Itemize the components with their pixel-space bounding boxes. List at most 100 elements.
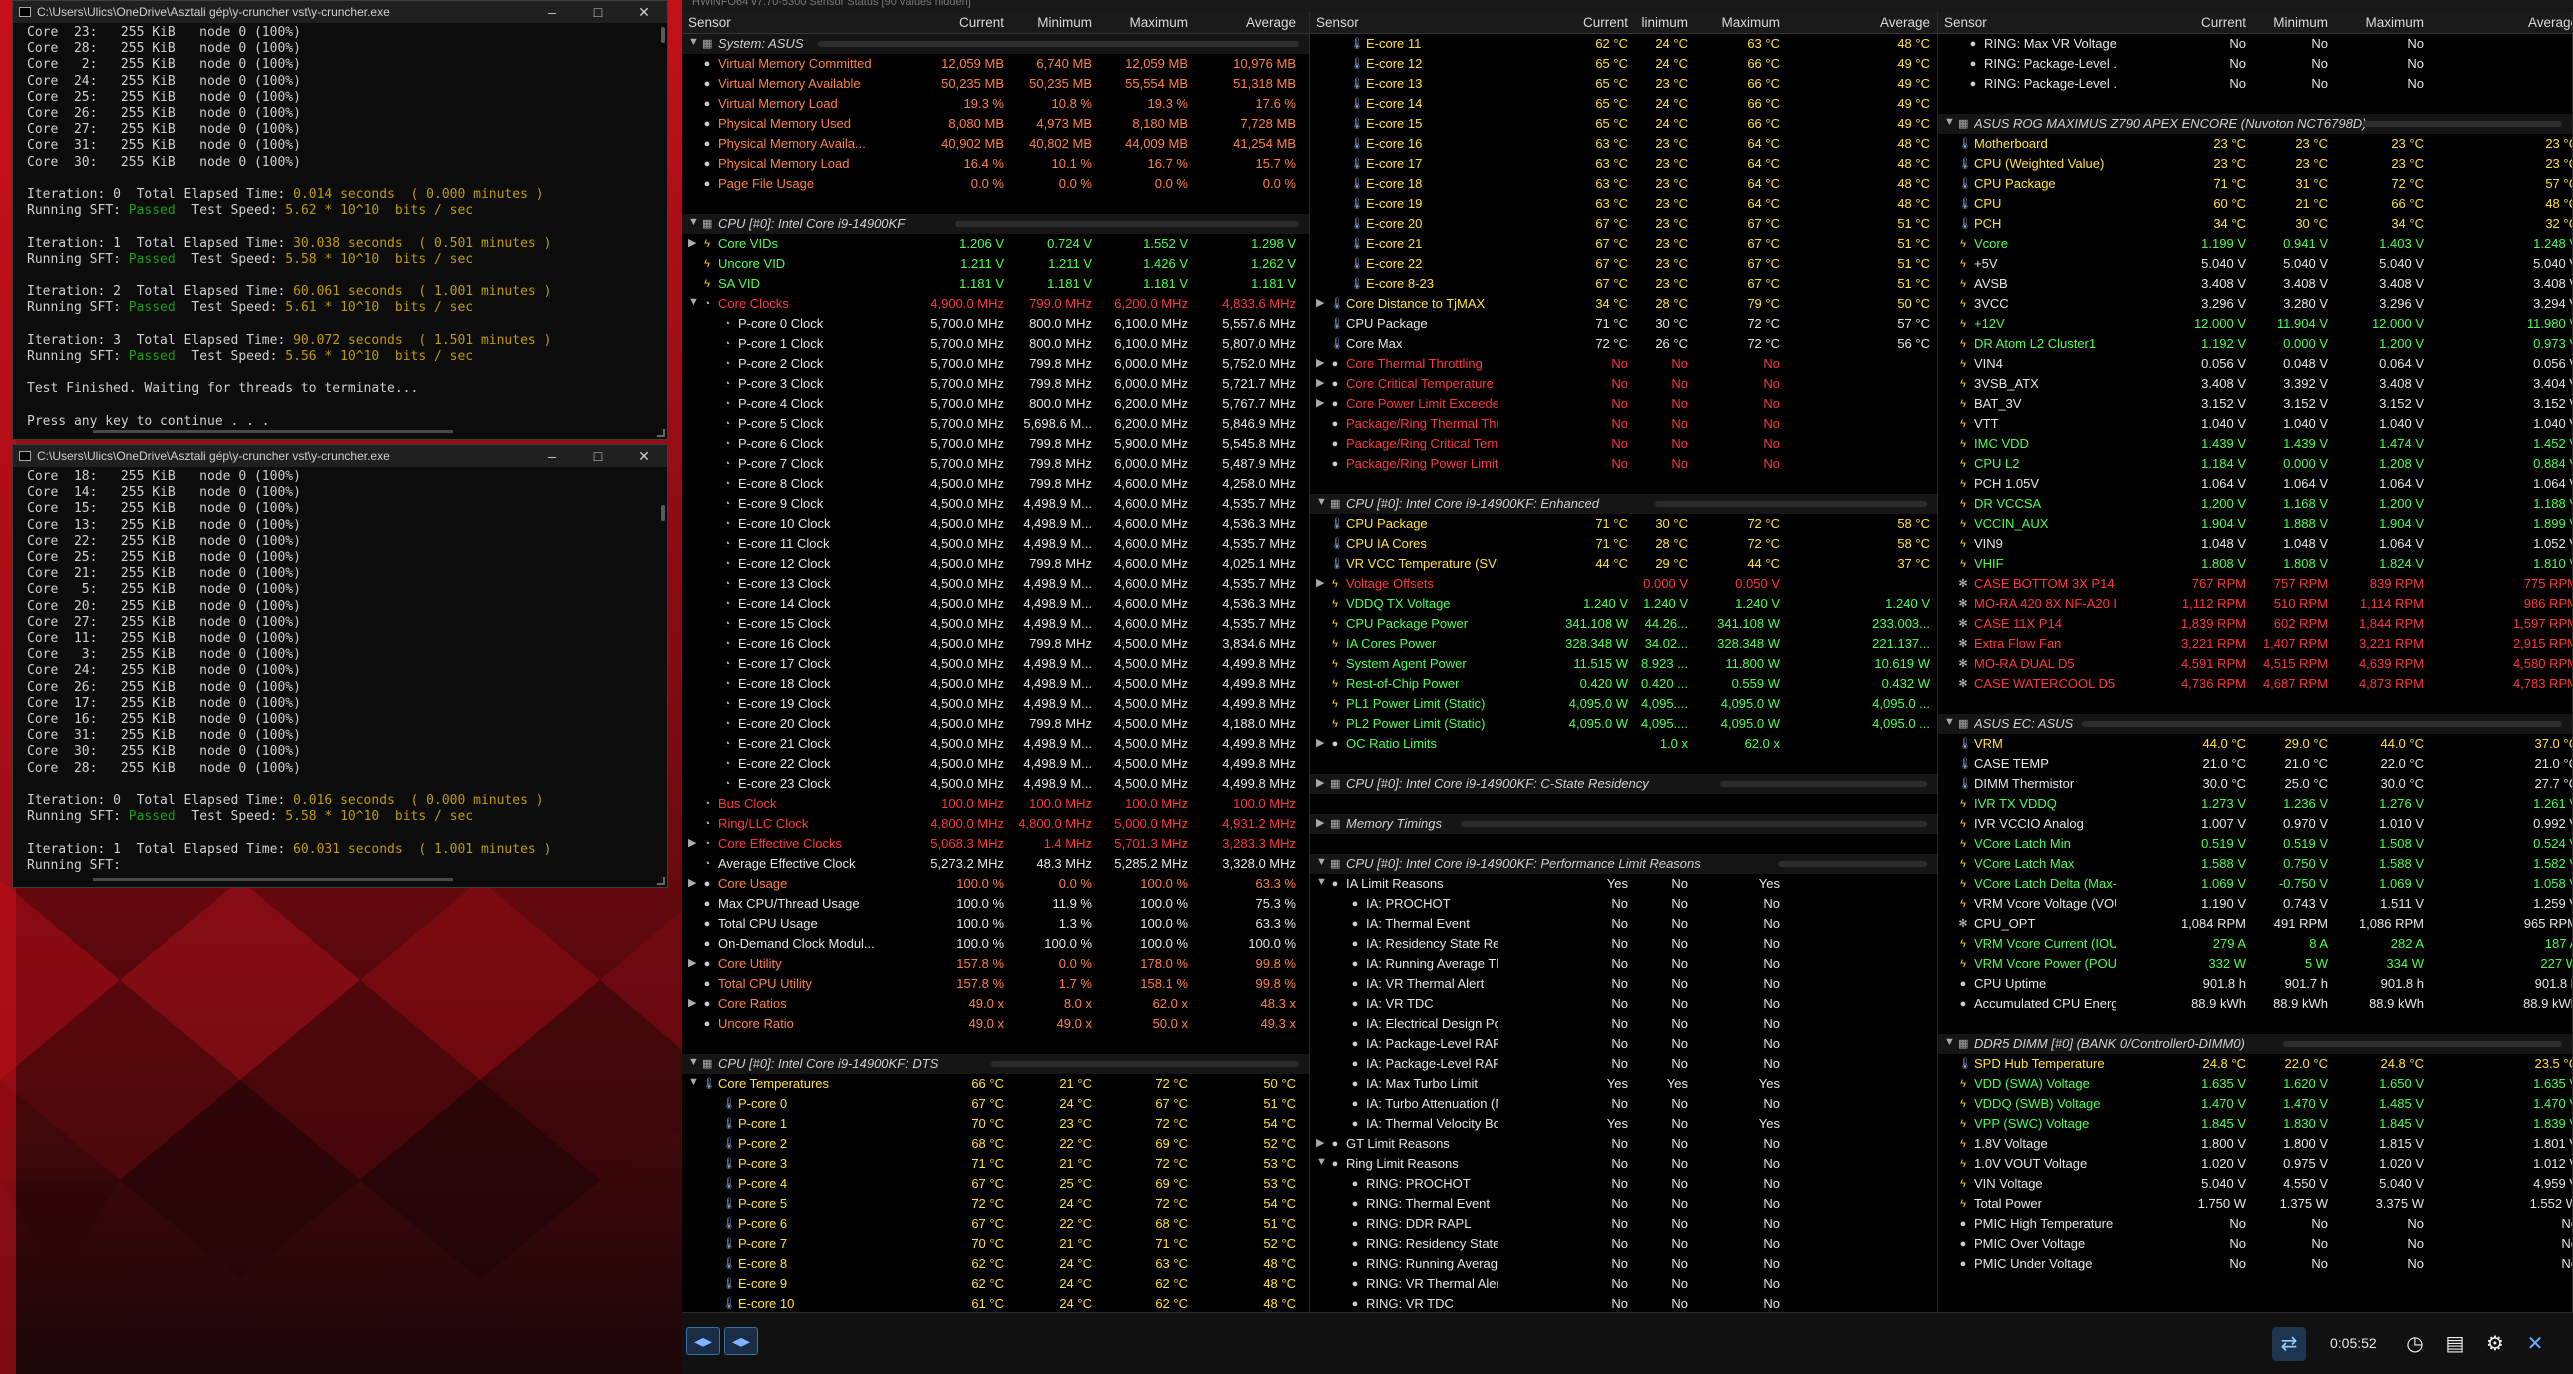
sensor-row[interactable]: 🌡 E-core 13 65 °C 23 °C 66 °C 49 °C bbox=[1310, 74, 1937, 94]
sensor-row[interactable]: ϟ3VSB_ATX3.408 V3.392 V3.408 V3.404 V bbox=[1938, 374, 2572, 394]
sensor-row[interactable]: ●PMIC Under VoltageNoNoNoNo bbox=[1938, 1254, 2572, 1274]
sensor-row[interactable]: ● Physical Memory Used 8,080 MB 4,973 MB 8,1… bbox=[682, 114, 1309, 134]
column-header-minimum[interactable]: linimum bbox=[1641, 15, 1688, 30]
sensor-row[interactable]: 🌡 CPU Package 71 °C 30 °C 72 °C 57 °C bbox=[1310, 314, 1937, 334]
sensor-row[interactable]: ●PMIC High TemperatureNoNoNoNo bbox=[1938, 1214, 2572, 1234]
sensor-row[interactable]: ϟ 1.0V VOUT Voltage 1.020 V 0.975 V 1.020 V1… bbox=[1938, 1154, 2572, 1174]
sensor-row[interactable]: ●IA: Turbo Attenuation (MCT)NoNoNo bbox=[1310, 1094, 1937, 1114]
console-1-titlebar[interactable]: C:\Users\Ulics\OneDrive\Asztali gép\y-cr… bbox=[13, 1, 667, 23]
sensor-row[interactable]: ◔ E-core 10 Clock 4,500.0 MHz 4,498.9 M... 4… bbox=[682, 514, 1309, 534]
sensor-row[interactable]: ϟVTT1.040 V1.040 V1.040 V1.040 V bbox=[1938, 414, 2572, 434]
sensor-row[interactable]: 🌡 E-core 18 63 °C 23 °C 64 °C 48 °C bbox=[1310, 174, 1937, 194]
sensor-row[interactable]: ϟVIN Voltage5.040 V4.550 V5.040 V4.959 V bbox=[1938, 1174, 2572, 1194]
sensor-row[interactable]: ϟ VDDQ TX Voltage 1.240 V 1.240 V 1.240 V 1.2… bbox=[1310, 594, 1937, 614]
sensor-row[interactable]: ◔ E-core 11 Clock 4,500.0 MHz 4,498.9 M... 4… bbox=[682, 534, 1309, 554]
sensor-row[interactable]: 🌡 E-core 12 65 °C 24 °C 66 °C 49 °C bbox=[1310, 54, 1937, 74]
resize-grip[interactable] bbox=[657, 877, 665, 885]
sensor-row[interactable]: ✻ MO-RA DUAL D5 4,591 RPM 4,515 RPM 4,639 RP… bbox=[1938, 654, 2572, 674]
sensor-row[interactable]: 🌡 CPU (Weighted Value) 23 °C 23 °C 23 °C 23 °… bbox=[1938, 154, 2572, 174]
sensor-row[interactable]: ●Package/Ring Thermal Thrott...NoNoNo bbox=[1310, 414, 1937, 434]
sensor-row[interactable]: ✻ MO-RA 420 8X NF-A20 HS 1,112 RPM 510 RPM 1… bbox=[1938, 594, 2572, 614]
sensor-row[interactable]: ◔ Bus Clock 100.0 MHz 100.0 MHz 100.0 MHz 100… bbox=[682, 794, 1309, 814]
sensor-row[interactable]: ϟVIN91.048 V1.048 V1.064 V1.052 V bbox=[1938, 534, 2572, 554]
sensor-row[interactable]: ◔ P-core 2 Clock 5,700.0 MHz 799.8 MHz 6,000… bbox=[682, 354, 1309, 374]
collapse-chevron-icon[interactable]: ▼ bbox=[688, 216, 699, 228]
maximize-button[interactable]: □ bbox=[575, 1, 621, 23]
expand-chevron-icon[interactable]: ▶ bbox=[688, 876, 696, 889]
sensor-row[interactable]: 🌡 E-core 15 65 °C 24 °C 66 °C 49 °C bbox=[1310, 114, 1937, 134]
sensor-row[interactable]: ▶ 🌡 Core Distance to TjMAX 34 °C 28 °C 79 °C 5… bbox=[1310, 294, 1937, 314]
sensor-row[interactable]: ▶ ● Core Critical Temperature No No No bbox=[1310, 374, 1937, 394]
expand-chevron-icon[interactable]: ▶ bbox=[1316, 1136, 1324, 1149]
hwinfo-sensor-window[interactable]: HWiNFO64 v7.70-5300 Sensor Status [90 va… bbox=[682, 0, 2573, 1374]
log-file-icon[interactable]: ▤ bbox=[2438, 1327, 2472, 1361]
sensor-row[interactable]: 🌡 E-core 10 61 °C 24 °C 62 °C 48 °C bbox=[682, 1294, 1309, 1312]
column-header-current[interactable]: Current bbox=[2201, 15, 2246, 30]
sensor-row[interactable]: ● IA: VR TDC No No No bbox=[1310, 994, 1937, 1014]
sensor-row[interactable]: ϟTotal Power1.750 W1.375 W3.375 W1.552 W bbox=[1938, 1194, 2572, 1214]
sensor-row[interactable]: ●IA: Thermal Velocity BoostYesNoYes bbox=[1310, 1114, 1937, 1134]
sensor-row[interactable]: ϟBAT_3V3.152 V3.152 V3.152 V3.152 V bbox=[1938, 394, 2572, 414]
sensor-row[interactable]: ϟ VPP (SWC) Voltage 1.845 V 1.830 V 1.845 V1… bbox=[1938, 1114, 2572, 1134]
sensor-row[interactable]: ϟVIN40.056 V0.048 V0.064 V0.056 V bbox=[1938, 354, 2572, 374]
sensor-row[interactable]: ◔ P-core 7 Clock 5,700.0 MHz 799.8 MHz 6,000… bbox=[682, 454, 1309, 474]
sensor-row[interactable]: ● On-Demand Clock Modul... 100.0 % 100.0 % 1… bbox=[682, 934, 1309, 954]
sensor-row[interactable]: 🌡 P-core 1 70 °C 23 °C 72 °C 54 °C bbox=[682, 1114, 1309, 1134]
sensor-row[interactable]: ●IA: Electrical Design Point/...NoNoNo bbox=[1310, 1014, 1937, 1034]
clock-reset-icon[interactable]: ◷ bbox=[2398, 1327, 2432, 1361]
sensor-row[interactable]: 🌡 E-core 11 62 °C 24 °C 63 °C 48 °C bbox=[1310, 34, 1937, 54]
column-header-sensor[interactable]: Sensor bbox=[1316, 15, 1359, 30]
sensor-row[interactable]: ◔ P-core 3 Clock 5,700.0 MHz 799.8 MHz 6,000… bbox=[682, 374, 1309, 394]
sensor-row[interactable]: ◔ E-core 22 Clock 4,500.0 MHz 4,498.9 M... 4… bbox=[682, 754, 1309, 774]
sensor-row[interactable]: 🌡Motherboard23 °C23 °C23 °C23 °C bbox=[1938, 134, 2572, 154]
column-header-current[interactable]: Current bbox=[1583, 15, 1628, 30]
sensor-row[interactable]: ● RING: VR Thermal Alert No No No bbox=[1310, 1274, 1937, 1294]
sensor-row[interactable]: ▶ ● Core Power Limit Exceeded No No No bbox=[1310, 394, 1937, 414]
sensor-row[interactable]: ◔ E-core 13 Clock 4,500.0 MHz 4,498.9 M... 4… bbox=[682, 574, 1309, 594]
sensor-row[interactable]: ● Uncore Ratio 49.0 x 49.0 x 50.0 x 49.3 x bbox=[682, 1014, 1309, 1034]
sensor-row[interactable]: ● Physical Memory Availa... 40,902 MB 40,80… bbox=[682, 134, 1309, 154]
sensor-row[interactable]: ●IA: Running Average Ther...NoNoNo bbox=[1310, 954, 1937, 974]
sensor-row[interactable]: ● IA: PROCHOT No No No bbox=[1310, 894, 1937, 914]
sensor-group-header[interactable]: ▶ ▦ CPU [#0]: Intel Core i9-14900KF: C-Sta… bbox=[1310, 774, 1937, 794]
sensor-row[interactable]: ϟ 1.8V Voltage 1.800 V 1.800 V 1.815 V 1.801 … bbox=[1938, 1134, 2572, 1154]
sensor-group-header[interactable]: ▼ ▦ DDR5 DIMM [#0] (BANK 0/Controller0-DIM… bbox=[1938, 1034, 2572, 1054]
sensor-row[interactable]: ◔ E-core 17 Clock 4,500.0 MHz 4,498.9 M... 4… bbox=[682, 654, 1309, 674]
sensor-group-header[interactable]: ▼ ▦ ASUS EC: ASUS bbox=[1938, 714, 2572, 734]
sensor-row[interactable]: 🌡 E-core 19 63 °C 23 °C 64 °C 48 °C bbox=[1310, 194, 1937, 214]
sensor-row[interactable]: ● RING: DDR RAPL No No No bbox=[1310, 1214, 1937, 1234]
sensor-row[interactable]: ϟVRM Vcore Voltage (VOUT)1.190 V0.743 V1… bbox=[1938, 894, 2572, 914]
sensor-pane-2[interactable]: Sensor Current linimum Maximum Average 🌡 E-cor… bbox=[1310, 12, 1938, 1312]
sensor-pane-1[interactable]: Sensor Current Minimum Maximum Average ▼ ▦ Syst… bbox=[682, 12, 1310, 1312]
sensor-row[interactable]: ◔ Ring/LLC Clock 4,800.0 MHz 4,800.0 MHz 5,0… bbox=[682, 814, 1309, 834]
sensor-row[interactable]: ϟ IA Cores Power 328.348 W 34.02... 328.348 … bbox=[1310, 634, 1937, 654]
sensor-row[interactable]: ◔ Average Effective Clock 5,273.2 MHz 48.3 … bbox=[682, 854, 1309, 874]
sensor-row[interactable]: ϟVHIF1.808 V1.808 V1.824 V1.810 V bbox=[1938, 554, 2572, 574]
sensor-group-header[interactable]: ▶ ▦ Memory Timings bbox=[1310, 814, 1937, 834]
sensor-row[interactable]: ●IA: Residency State Regul...NoNoNo bbox=[1310, 934, 1937, 954]
sensor-row[interactable]: ϟ VDD (SWA) Voltage 1.635 V 1.620 V 1.650 V1… bbox=[1938, 1074, 2572, 1094]
column-header-average[interactable]: Average bbox=[1880, 15, 1930, 30]
collapse-chevron-icon[interactable]: ▼ bbox=[1944, 116, 1955, 128]
console-2-titlebar[interactable]: C:\Users\Ulics\OneDrive\Asztali gép\y-cr… bbox=[13, 445, 667, 467]
sensor-row[interactable]: ● Virtual Memory Load 19.3 % 10.8 % 19.3 % 17… bbox=[682, 94, 1309, 114]
console-2-hscroll[interactable] bbox=[93, 878, 453, 881]
sensor-group-header[interactable]: ▼ ▦ CPU [#0]: Intel Core i9-14900KF: Enhan… bbox=[1310, 494, 1937, 514]
sensor-row[interactable]: 🌡 P-core 2 68 °C 22 °C 69 °C 52 °C bbox=[682, 1134, 1309, 1154]
sensor-row[interactable]: ϟVcore1.199 V0.941 V1.403 V1.248 V bbox=[1938, 234, 2572, 254]
column-header-minimum[interactable]: Minimum bbox=[2273, 15, 2328, 30]
sensor-row[interactable]: ▶ ● Core Utility 157.8 % 0.0 % 178.0 % 99.8 % bbox=[682, 954, 1309, 974]
sensor-row[interactable]: ϟ Uncore VID 1.211 V 1.211 V 1.426 V 1.262 V bbox=[682, 254, 1309, 274]
sensor-group-header[interactable]: ▼ ▦ CPU [#0]: Intel Core i9-14900KF: Perfo… bbox=[1310, 854, 1937, 874]
column-header-sensor[interactable]: Sensor bbox=[1944, 15, 1987, 30]
sensor-row[interactable]: ϟ SA VID 1.181 V 1.181 V 1.181 V 1.181 V bbox=[682, 274, 1309, 294]
sensor-row[interactable]: ● Max CPU/Thread Usage 100.0 % 11.9 % 100.0 … bbox=[682, 894, 1309, 914]
sensor-row[interactable]: ◔ P-core 1 Clock 5,700.0 MHz 800.0 MHz 6,100… bbox=[682, 334, 1309, 354]
sensor-row[interactable]: ◔ P-core 0 Clock 5,700.0 MHz 800.0 MHz 6,100… bbox=[682, 314, 1309, 334]
y-cruncher-console-1[interactable]: C:\Users\Ulics\OneDrive\Asztali gép\y-cr… bbox=[12, 0, 668, 440]
expand-chevron-icon[interactable]: ▶ bbox=[688, 236, 696, 249]
sensor-row[interactable]: ●IA: Package-Level RAPL/P...NoNoNo bbox=[1310, 1034, 1937, 1054]
sensor-row[interactable]: ϟ3VCC3.296 V3.280 V3.296 V3.294 V bbox=[1938, 294, 2572, 314]
sensor-row[interactable]: ●CPU Uptime901.8 h901.7 h901.8 h901.8 h bbox=[1938, 974, 2572, 994]
sensor-row[interactable]: ● Page File Usage 0.0 % 0.0 % 0.0 % 0.0 % bbox=[682, 174, 1309, 194]
